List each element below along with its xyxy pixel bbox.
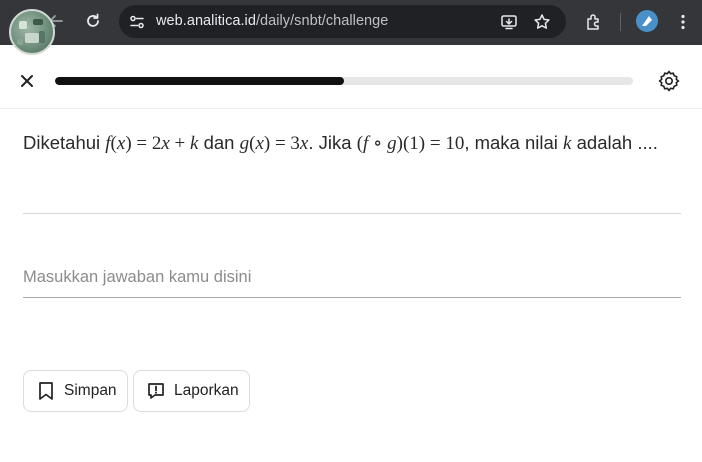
question-part: Diketahui: [23, 132, 106, 153]
url-host: web.analitica.id: [156, 13, 256, 29]
math-g: g(x) = 3x: [239, 133, 309, 154]
save-button[interactable]: Simpan: [23, 370, 128, 412]
math-composition: (f ∘ g)(1) = 10: [356, 133, 465, 154]
reload-icon[interactable]: [82, 10, 104, 32]
toolbar-divider: [620, 13, 621, 31]
extensions-icon[interactable]: [582, 10, 606, 34]
answer-input[interactable]: [23, 258, 681, 298]
question-part: adalah ....: [571, 132, 658, 153]
site-info-icon[interactable]: [127, 12, 147, 32]
address-bar[interactable]: web.analitica.id/daily/snbt/challenge: [119, 5, 566, 38]
question-part: , maka nilai: [464, 132, 564, 153]
question-divider: [23, 213, 681, 214]
bookmark-icon: [36, 380, 56, 402]
settings-gear-icon: [658, 70, 680, 92]
bookmark-star-icon[interactable]: [532, 12, 552, 32]
menu-icon[interactable]: [671, 10, 695, 34]
settings-button[interactable]: [655, 67, 683, 95]
progress-bar: [55, 77, 633, 85]
close-icon: [21, 75, 33, 87]
avatar: [9, 9, 55, 55]
progress-fill: [55, 77, 344, 85]
url-path: /daily/snbt/challenge: [255, 13, 389, 29]
url-text[interactable]: web.analitica.id/daily/snbt/challenge: [156, 13, 388, 29]
browser-toolbar: web.analitica.id/daily/snbt/challenge: [0, 0, 702, 45]
report-button[interactable]: Laporkan: [133, 370, 250, 412]
report-icon: [146, 380, 166, 402]
question-part: dan: [198, 132, 240, 153]
install-app-icon[interactable]: [499, 12, 519, 32]
math-f: f(x) = 2x + k: [105, 133, 199, 154]
header-divider: [0, 108, 702, 109]
question-part: . Jika: [308, 132, 357, 153]
profile-icon[interactable]: [636, 10, 658, 32]
close-button[interactable]: [14, 68, 40, 94]
report-label: Laporkan: [174, 382, 239, 399]
question-text: Diketahui f(x) = 2x + k dan g(x) = 3x. J…: [23, 128, 688, 159]
save-label: Simpan: [64, 382, 117, 399]
